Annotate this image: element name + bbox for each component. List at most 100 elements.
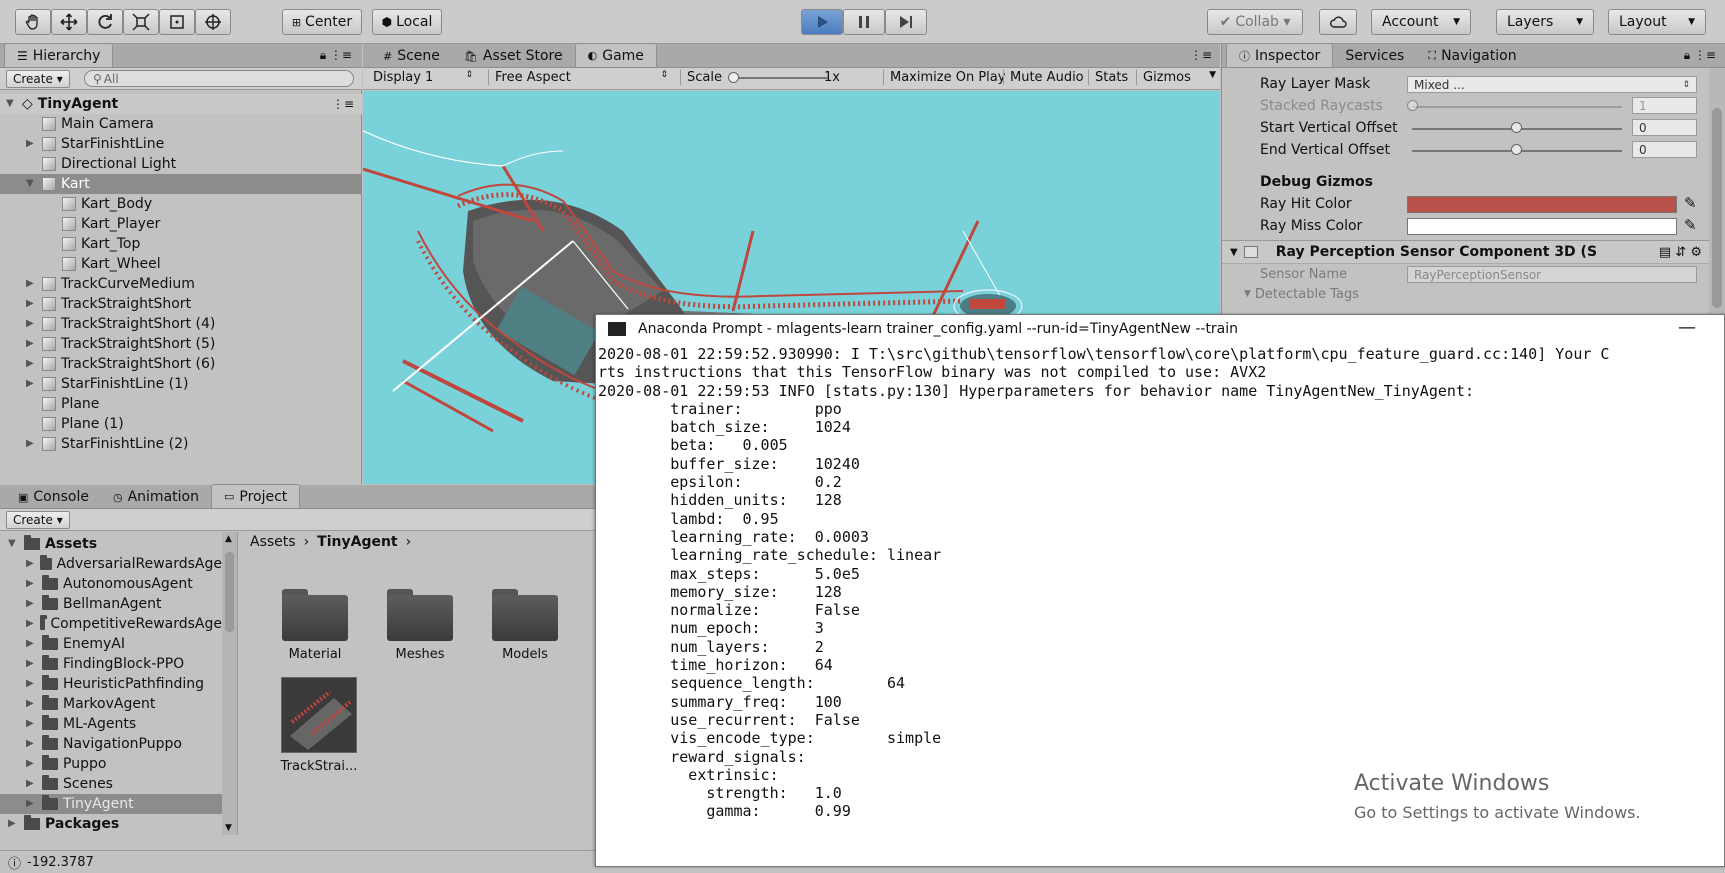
- hierarchy-item[interactable]: ▶ StarFinishtLine (1): [0, 374, 362, 394]
- minimize-icon[interactable]: —: [1678, 317, 1696, 338]
- step-button[interactable]: [885, 9, 927, 35]
- inspector-scroll-thumb[interactable]: [1712, 108, 1722, 308]
- tab-hierarchy[interactable]: ☰ Hierarchy: [4, 43, 114, 67]
- tab-asset-store[interactable]: 🛍︎ Asset Store: [452, 45, 575, 67]
- console-titlebar[interactable]: Anaconda Prompt - mlagents-learn trainer…: [596, 315, 1724, 343]
- hierarchy-item[interactable]: ▶ StarFinishtLine: [0, 134, 362, 154]
- breadcrumb-assets[interactable]: Assets: [250, 534, 296, 550]
- eyedropper-icon[interactable]: ✎: [1684, 194, 1697, 212]
- component-settings-icon[interactable]: ▤ ⇵ ⚙: [1659, 245, 1702, 260]
- project-tree-item[interactable]: ▶ AdversarialRewardsAge: [0, 554, 222, 574]
- expand-arrow-icon[interactable]: ▼: [8, 539, 18, 549]
- expand-arrow-icon[interactable]: ▶: [26, 779, 36, 789]
- rotate-tool-button[interactable]: [87, 9, 123, 35]
- expand-arrow-icon[interactable]: ▶: [8, 819, 18, 829]
- expand-arrow-icon[interactable]: ▶: [26, 699, 36, 709]
- breadcrumb-tinyagent[interactable]: TinyAgent: [317, 534, 397, 550]
- expand-arrow-icon[interactable]: ▶: [26, 379, 36, 389]
- project-tree-item[interactable]: ▶ Puppo: [0, 754, 222, 774]
- project-tree-item[interactable]: ▶ BellmanAgent: [0, 594, 222, 614]
- scale-tool-button[interactable]: [123, 9, 159, 35]
- hierarchy-item[interactable]: ▼ Kart: [0, 174, 362, 194]
- scene-menu-icon[interactable]: ⋮≡: [332, 97, 354, 111]
- transform-tool-button[interactable]: [195, 9, 231, 35]
- expand-arrow-icon[interactable]: ▶: [26, 639, 36, 649]
- hierarchy-create-button[interactable]: Create ▾: [6, 69, 70, 88]
- project-tree-item[interactable]: ▶ CompetitiveRewardsAge: [0, 614, 222, 634]
- detectable-tags-row[interactable]: ▼ Detectable Tags: [1244, 284, 1359, 304]
- mute-audio-toggle[interactable]: Mute Audio: [1003, 70, 1084, 85]
- project-tree-item[interactable]: ▶ MarkovAgent: [0, 694, 222, 714]
- expand-arrow-icon[interactable]: ▶: [26, 799, 36, 809]
- meshes-folder-icon[interactable]: [387, 585, 453, 641]
- expand-arrow-icon[interactable]: ▶: [26, 679, 36, 689]
- tab-services[interactable]: Services: [1333, 45, 1416, 67]
- hierarchy-item[interactable]: ▶ TrackStraightShort (4): [0, 314, 362, 334]
- hierarchy-item[interactable]: ▶ TrackStraightShort (5): [0, 334, 362, 354]
- hierarchy-item[interactable]: Plane (1): [0, 414, 362, 434]
- account-dropdown[interactable]: Account ▼: [1371, 9, 1471, 35]
- hierarchy-item[interactable]: Directional Light: [0, 154, 362, 174]
- tab-inspector[interactable]: ⓘ Inspector: [1226, 43, 1334, 67]
- expand-arrow-icon[interactable]: ▶: [26, 359, 36, 369]
- tab-game[interactable]: ◐ Game: [574, 43, 657, 67]
- stats-toggle[interactable]: Stats: [1088, 70, 1128, 85]
- panel-menu-icon[interactable]: ⋮≡: [1190, 48, 1212, 62]
- project-tree-item[interactable]: ▶ ML-Agents: [0, 714, 222, 734]
- expand-arrow-icon[interactable]: ▶: [26, 439, 36, 449]
- project-tree-item[interactable]: ▼ Assets: [0, 534, 222, 554]
- hierarchy-item[interactable]: ▶ StarFinishtLine (2): [0, 434, 362, 454]
- sensor-name-field[interactable]: RayPerceptionSensor: [1407, 266, 1697, 283]
- expand-arrow-icon[interactable]: ▶: [26, 599, 36, 609]
- ray-miss-color-swatch[interactable]: [1407, 218, 1677, 235]
- tree-scrollbar[interactable]: ▲ ▼: [222, 532, 237, 835]
- cloud-button[interactable]: [1319, 9, 1357, 35]
- project-tree-item[interactable]: ▶ FindingBlock-PPO: [0, 654, 222, 674]
- scroll-down-icon[interactable]: ▼: [225, 823, 232, 833]
- lock-icon[interactable]: 🔒︎ ⋮≡: [320, 48, 352, 63]
- expand-arrow-icon[interactable]: ▶: [26, 559, 34, 569]
- project-tree-item[interactable]: ▶ NavigationPuppo: [0, 734, 222, 754]
- expand-arrow-icon[interactable]: ▶: [26, 759, 36, 769]
- scroll-up-icon[interactable]: ▲: [225, 534, 232, 544]
- move-tool-button[interactable]: [51, 9, 87, 35]
- start-offset-knob[interactable]: [1511, 122, 1522, 133]
- expand-arrow-icon[interactable]: ▶: [26, 719, 36, 729]
- hierarchy-item[interactable]: Plane: [0, 394, 362, 414]
- ray-hit-color-swatch[interactable]: [1407, 196, 1677, 213]
- hierarchy-item[interactable]: ▶ TrackStraightShort (6): [0, 354, 362, 374]
- component-checkbox[interactable]: [1243, 246, 1258, 258]
- scale-knob[interactable]: [727, 71, 739, 83]
- hierarchy-search-input[interactable]: ⚲ All: [84, 70, 354, 87]
- scene-header[interactable]: ▼ ◇ TinyAgent ⋮≡: [0, 94, 362, 114]
- project-tree-item[interactable]: ▶ HeuristicPathfinding: [0, 674, 222, 694]
- project-tree-item[interactable]: ▶ AutonomousAgent: [0, 574, 222, 594]
- tab-navigation[interactable]: ⛶ Navigation: [1416, 45, 1528, 67]
- material-folder-icon[interactable]: [282, 585, 348, 641]
- expand-arrow-icon[interactable]: ▶: [26, 139, 36, 149]
- scale-slider[interactable]: Scale 1x: [680, 70, 840, 85]
- expand-arrow-icon[interactable]: ▶: [26, 739, 36, 749]
- tab-console[interactable]: ▣ Console: [6, 486, 101, 508]
- expand-arrow-icon[interactable]: ▶: [26, 339, 36, 349]
- tab-project[interactable]: ▭ Project: [210, 484, 301, 508]
- layers-dropdown[interactable]: Layers ▼: [1496, 9, 1594, 35]
- project-tree-item[interactable]: ▶ TinyAgent: [0, 794, 222, 814]
- tab-scene[interactable]: # Scene: [371, 45, 452, 67]
- pause-button[interactable]: [843, 9, 885, 35]
- play-button[interactable]: [801, 9, 843, 35]
- project-create-button[interactable]: Create ▾: [6, 510, 70, 529]
- models-folder-icon[interactable]: [492, 585, 558, 641]
- ray-perception-component-header[interactable]: ▼ Ray Perception Sensor Component 3D (S …: [1222, 240, 1710, 264]
- maximize-on-play-toggle[interactable]: Maximize On Play: [883, 70, 1005, 85]
- hierarchy-item[interactable]: Kart_Body: [0, 194, 362, 214]
- hierarchy-item[interactable]: Kart_Wheel: [0, 254, 362, 274]
- project-tree-item[interactable]: ▶ EnemyAI: [0, 634, 222, 654]
- hierarchy-item[interactable]: ▶ TrackCurveMedium: [0, 274, 362, 294]
- project-tree-item[interactable]: ▶ Packages: [0, 814, 222, 834]
- rect-tool-button[interactable]: [159, 9, 195, 35]
- aspect-dropdown[interactable]: Free Aspect ⇕: [488, 70, 668, 85]
- tab-animation[interactable]: ◷ Animation: [101, 486, 211, 508]
- lock-icon[interactable]: 🔒︎ ⋮≡: [1684, 48, 1716, 63]
- hand-tool-button[interactable]: [15, 9, 51, 35]
